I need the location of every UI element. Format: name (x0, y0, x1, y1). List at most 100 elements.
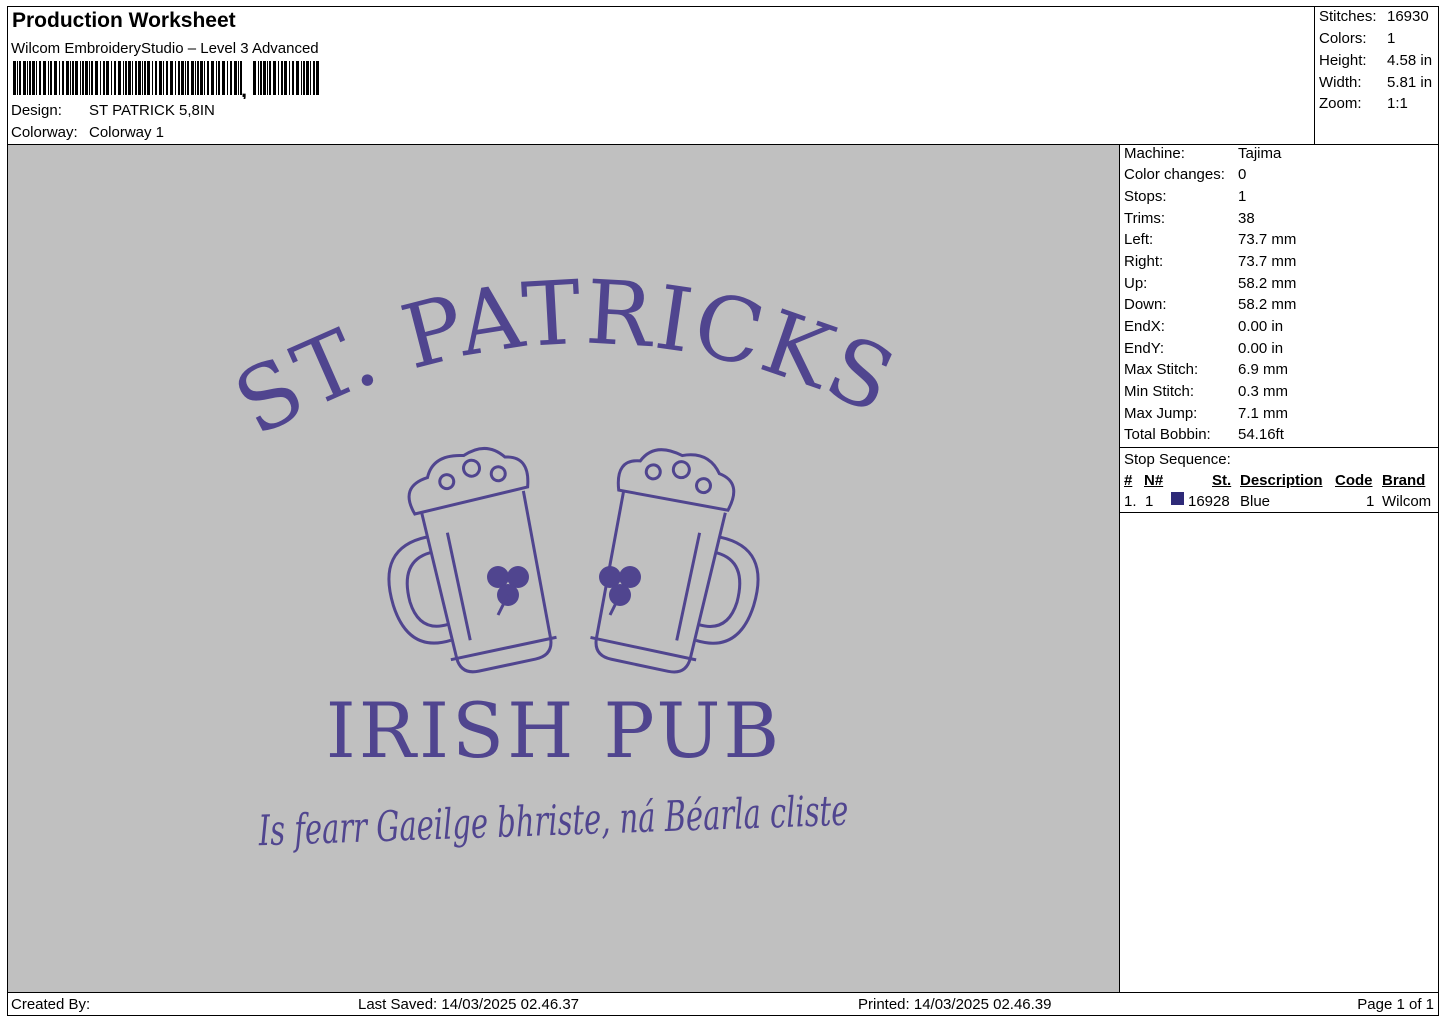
barcode-bar (200, 61, 203, 95)
info-value: 1 (1238, 188, 1247, 205)
left-shamrock-icon (487, 566, 529, 616)
design-value: ST PATRICK 5,8IN (89, 102, 215, 119)
info-row-endx: EndX: 0.00 in (1124, 318, 1434, 340)
info-row-stops: Stops: 1 (1124, 188, 1434, 210)
design-row: Design: ST PATRICK 5,8IN (11, 102, 411, 122)
info-row-machine: Machine: Tajima (1124, 145, 1434, 167)
info-value: 54.16ft (1238, 426, 1284, 443)
barcode-bar (106, 61, 109, 95)
barcode-bar (155, 61, 157, 95)
summary-label: Stitches: (1319, 8, 1377, 25)
color-swatch (1171, 492, 1184, 505)
barcode-bar (163, 61, 164, 95)
barcode-bar (306, 61, 309, 95)
summary-value: 4.58 in (1387, 52, 1433, 69)
stop-sequence-title: Stop Sequence: (1124, 451, 1231, 468)
barcode-bar (218, 61, 220, 95)
barcode-bar (72, 61, 74, 95)
barcode-bar (27, 61, 28, 95)
barcode-bar (114, 61, 116, 95)
col-header-needle: N# (1144, 472, 1164, 489)
barcode-bar (144, 61, 146, 95)
colorway-value: Colorway 1 (89, 124, 165, 141)
barcode-bar (292, 61, 294, 95)
summary-row-stitches: Stitches: 16930 (1319, 8, 1439, 30)
barcode-bar (17, 61, 18, 95)
barcode-bar (191, 61, 194, 95)
barcode-bar (48, 61, 49, 95)
summary-label: Colors: (1319, 30, 1367, 47)
last-saved: Last Saved: 14/03/2025 02.46.37 (358, 996, 580, 1013)
design-label: Design: (11, 102, 62, 119)
barcode-bar (289, 61, 290, 95)
col-header-description: Description (1240, 472, 1323, 489)
info-label: Max Jump: (1124, 405, 1198, 422)
barcode-bar (19, 61, 21, 95)
info-value: 0.00 in (1238, 318, 1284, 335)
info-label: Left: (1124, 231, 1154, 248)
barcode-bar (258, 61, 259, 95)
info-label: Up: (1124, 275, 1148, 292)
info-value: 58.2 mm (1238, 275, 1297, 292)
design-preview: ST. PATRICKS IRISH PUB Is fearr Gaeilge … (7, 144, 1120, 993)
info-row-endy: EndY: 0.00 in (1124, 340, 1434, 362)
barcode-bar (36, 61, 37, 95)
info-row-min-stitch: Min Stitch: 0.3 mm (1124, 383, 1434, 405)
machine-info-panel: Machine: Tajima Color changes: 0 Stops: 1 T… (1119, 144, 1439, 993)
printed-date: Printed: 14/03/2025 02.46.39 (858, 996, 1052, 1013)
barcode-bar (296, 61, 299, 95)
row-num: 1. (1124, 493, 1137, 510)
left-mug-icon (387, 446, 557, 674)
barcode-bar (313, 61, 315, 95)
col-header-brand: Brand (1382, 472, 1426, 489)
info-row-color-changes: Color changes: 0 (1124, 166, 1434, 188)
worksheet-header: Production Worksheet Wilcom EmbroiderySt… (7, 6, 1439, 145)
barcode-bar (253, 61, 256, 95)
info-value: 0.00 in (1238, 340, 1284, 357)
barcode-bar (13, 61, 16, 95)
col-header-stitches: St. (1212, 472, 1232, 489)
barcode-bar (310, 61, 311, 95)
info-label: Min Stitch: (1124, 383, 1195, 400)
info-label: EndY: (1124, 340, 1165, 357)
barcode-bar (159, 61, 162, 95)
info-label: Right: (1124, 253, 1164, 270)
barcode-bar (111, 61, 112, 95)
barcode-bar (267, 61, 268, 95)
barcode: , (13, 61, 319, 99)
row-stitches: 16928 (1188, 493, 1230, 510)
header-info: Production Worksheet Wilcom EmbroiderySt… (8, 7, 1315, 144)
info-row-max-stitch: Max Stitch: 6.9 mm (1124, 361, 1434, 383)
info-value: 58.2 mm (1238, 296, 1297, 313)
barcode-bar (222, 61, 225, 95)
barcode-bar (185, 61, 186, 95)
barcode-bar (132, 61, 133, 95)
barcode-bar (216, 61, 217, 95)
row-needle: 1 (1145, 493, 1154, 510)
info-value: 73.7 mm (1238, 231, 1297, 248)
barcode-bar (29, 61, 31, 95)
barcode-bar (128, 61, 131, 95)
barcode-bar (175, 61, 176, 95)
barcode-bar (207, 61, 209, 95)
info-row-right: Right: 73.7 mm (1124, 253, 1434, 275)
barcode-bar (260, 61, 262, 95)
barcode-bar (238, 61, 239, 95)
row-brand: Wilcom (1382, 493, 1432, 510)
summary-row-width: Width: 5.81 in (1319, 74, 1439, 96)
barcode-bar (170, 61, 173, 95)
info-value: Tajima (1238, 145, 1282, 162)
barcode-bar (178, 61, 180, 95)
barcode-bar (147, 61, 150, 95)
info-label: Color changes: (1124, 166, 1225, 183)
barcode-bar (70, 61, 71, 95)
barcode-bar (123, 61, 124, 95)
row-code: 1 (1366, 493, 1375, 510)
summary-label: Height: (1319, 52, 1367, 69)
barcode-bar (118, 61, 121, 95)
software-name: Wilcom EmbroideryStudio – Level 3 Advanc… (11, 40, 319, 57)
info-row-left: Left: 73.7 mm (1124, 231, 1434, 253)
barcode-bar (166, 61, 168, 95)
barcode-bar (284, 61, 287, 95)
barcode-bar (181, 61, 184, 95)
